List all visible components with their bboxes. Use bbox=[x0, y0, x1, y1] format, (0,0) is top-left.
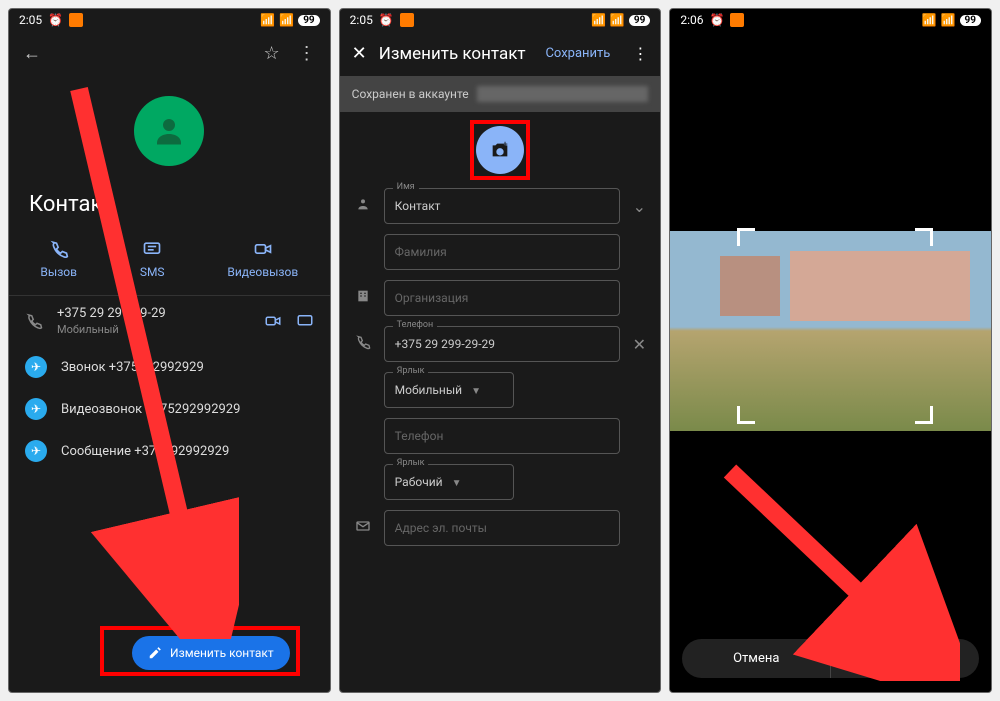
account-banner: Сохранен в аккаунте bbox=[340, 76, 661, 112]
signal-icon: 📶 bbox=[260, 13, 275, 27]
crop-handle-bl[interactable] bbox=[737, 406, 755, 424]
message-icon bbox=[142, 239, 162, 259]
crop-handle-tl[interactable] bbox=[737, 228, 755, 246]
status-bar: 2:05 ⏰ 📶 📶 99 bbox=[9, 9, 330, 31]
battery-indicator: 99 bbox=[629, 15, 650, 26]
wifi-icon: 📶 bbox=[279, 13, 294, 27]
screen-contact-view: 2:05 ⏰ 📶 📶 99 ← ☆ ⋮ Контакт Вызов SMS bbox=[8, 8, 331, 693]
phone-field[interactable]: Телефон +375 29 299-29-29 bbox=[384, 326, 621, 362]
status-bar: 2:06 ⏰ 📶 📶 99 bbox=[670, 9, 991, 31]
clock: 2:05 bbox=[19, 13, 42, 27]
phone-icon bbox=[49, 239, 69, 259]
star-icon[interactable]: ☆ bbox=[264, 43, 280, 64]
alarm-icon: ⏰ bbox=[709, 13, 724, 27]
phone2-label-dropdown[interactable]: Ярлык Рабочий ▼ bbox=[384, 464, 514, 500]
close-icon[interactable]: ✕ bbox=[352, 43, 367, 64]
alarm-icon: ⏰ bbox=[379, 13, 394, 27]
clock: 2:06 bbox=[680, 13, 703, 27]
crop-handle-br[interactable] bbox=[915, 406, 933, 424]
save-button[interactable]: Сохранить bbox=[545, 46, 610, 61]
signal-icon: 📶 bbox=[922, 13, 937, 27]
email-icon bbox=[352, 518, 374, 538]
email-field[interactable]: Адрес эл. почты bbox=[384, 510, 621, 546]
telegram-icon: ✈ bbox=[25, 440, 47, 462]
phone-icon bbox=[25, 312, 43, 330]
notification-icon bbox=[69, 13, 83, 27]
org-field[interactable]: Организация bbox=[384, 280, 621, 316]
crop-handle-tr[interactable] bbox=[915, 228, 933, 246]
name-field[interactable]: Имя Контакт bbox=[384, 188, 621, 224]
notification-icon bbox=[400, 13, 414, 27]
phone-label-dropdown[interactable]: Ярлык Мобильный ▼ bbox=[384, 372, 514, 408]
screen-crop-photo: 2:06 ⏰ 📶 📶 99 Отмена OK bbox=[669, 8, 992, 693]
crop-frame[interactable] bbox=[740, 231, 930, 421]
wifi-icon: 📶 bbox=[610, 13, 625, 27]
chevron-down-icon: ▼ bbox=[471, 386, 481, 397]
contact-avatar[interactable] bbox=[134, 96, 204, 166]
notification-icon bbox=[730, 13, 744, 27]
building-icon bbox=[352, 288, 374, 308]
person-icon bbox=[151, 113, 187, 149]
chevron-down-icon[interactable]: ⌄ bbox=[630, 197, 648, 216]
message-icon[interactable] bbox=[296, 312, 314, 330]
contact-name: Контакт bbox=[9, 186, 330, 231]
clear-icon[interactable]: ✕ bbox=[630, 335, 648, 354]
clock: 2:05 bbox=[350, 13, 373, 27]
video-call-button[interactable]: Видеовызов bbox=[227, 239, 298, 279]
screen-title: Изменить контакт bbox=[379, 44, 534, 64]
phone-row[interactable]: +375 29 299-29-29 Мобильный bbox=[9, 296, 330, 346]
battery-indicator: 99 bbox=[960, 15, 981, 26]
back-icon[interactable]: ← bbox=[23, 43, 41, 64]
battery-indicator: 99 bbox=[298, 15, 319, 26]
wifi-icon: 📶 bbox=[941, 13, 956, 27]
annotation-highlight bbox=[100, 626, 300, 676]
cancel-button[interactable]: Отмена bbox=[682, 639, 830, 678]
phone-icon bbox=[352, 334, 374, 354]
telegram-video-row[interactable]: ✈ Видеозвонок +375292992929 bbox=[9, 388, 330, 430]
status-bar: 2:05 ⏰ 📶 📶 99 bbox=[340, 9, 661, 31]
more-icon[interactable]: ⋮ bbox=[632, 44, 648, 63]
alarm-icon: ⏰ bbox=[48, 13, 63, 27]
screen-edit-contact: 2:05 ⏰ 📶 📶 99 ✕ Изменить контакт Сохрани… bbox=[339, 8, 662, 693]
telegram-icon: ✈ bbox=[25, 398, 47, 420]
video-icon bbox=[253, 239, 273, 259]
telegram-message-row[interactable]: ✈ Сообщение +375292992929 bbox=[9, 430, 330, 472]
more-icon[interactable]: ⋮ bbox=[298, 43, 316, 64]
chevron-down-icon: ▼ bbox=[452, 478, 462, 489]
call-button[interactable]: Вызов bbox=[40, 239, 77, 279]
ok-button[interactable]: OK bbox=[830, 639, 979, 678]
video-icon[interactable] bbox=[264, 312, 282, 330]
phone2-field[interactable]: Телефон bbox=[384, 418, 621, 454]
telegram-call-row[interactable]: ✈ Звонок +375292992929 bbox=[9, 346, 330, 388]
annotation-highlight bbox=[470, 120, 530, 180]
surname-field[interactable]: Фамилия bbox=[384, 234, 621, 270]
account-email-blurred bbox=[477, 86, 649, 102]
person-icon bbox=[352, 196, 374, 216]
telegram-icon: ✈ bbox=[25, 356, 47, 378]
sms-button[interactable]: SMS bbox=[140, 239, 165, 279]
signal-icon: 📶 bbox=[591, 13, 606, 27]
